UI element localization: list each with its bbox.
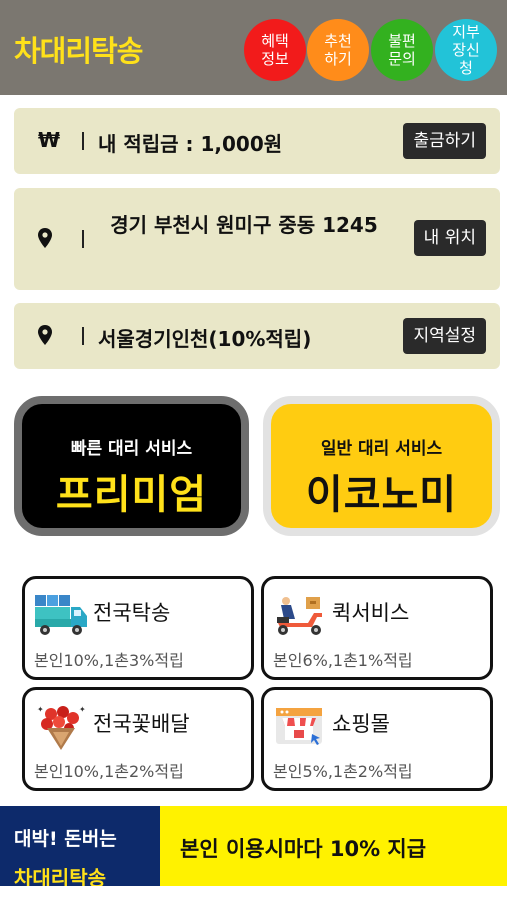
location-row: 경기 부천시 원미구 중동 1245 내 위치 bbox=[14, 188, 500, 290]
map-pin-icon bbox=[38, 228, 52, 253]
economy-title: 이코노미 bbox=[305, 472, 458, 518]
nationwide-consignment-card[interactable]: 전국탁송 본인10%,1촌3%적립 bbox=[22, 576, 254, 680]
svg-text:✦: ✦ bbox=[37, 705, 44, 714]
card-title: 전국꽃배달 bbox=[93, 712, 190, 736]
premium-subtitle: 빠른 대리 서비스 bbox=[70, 439, 193, 459]
banner-line1: 대박! 돈버는 bbox=[14, 828, 117, 850]
won-icon: ₩ bbox=[38, 128, 61, 152]
complaint-inquiry-button[interactable]: 불편문의 bbox=[371, 19, 433, 81]
promo-banner-right[interactable]: 본인 이용시마다 10% 지급 bbox=[160, 806, 507, 886]
region-setting-button[interactable]: 지역설정 bbox=[403, 318, 486, 354]
region-row: 서울경기인천(10%적립) 지역설정 bbox=[14, 303, 500, 369]
card-desc: 본인10%,1촌2%적립 bbox=[34, 762, 184, 781]
card-desc: 본인10%,1촌3%적립 bbox=[34, 651, 184, 670]
divider bbox=[82, 327, 84, 345]
banner-text: 본인 이용시마다 10% 지급 bbox=[180, 837, 427, 861]
card-title: 전국탁송 bbox=[93, 601, 171, 625]
banner-line2: 차대리탁송 bbox=[14, 866, 106, 886]
points-row: ₩ 내 적립금 : 1,000원 출금하기 bbox=[14, 108, 500, 174]
map-pin-icon bbox=[38, 325, 52, 350]
premium-service-button[interactable]: 빠른 대리 서비스 프리미엄 bbox=[14, 396, 249, 536]
promo-banner-left[interactable]: 대박! 돈버는 차대리탁송 bbox=[0, 806, 160, 886]
scooter-icon bbox=[272, 593, 326, 637]
recommend-button[interactable]: 추천하기 bbox=[307, 19, 369, 81]
withdraw-button[interactable]: 출금하기 bbox=[403, 123, 486, 159]
divider bbox=[82, 132, 84, 150]
app-header: 차대리탁송 혜택정보 추천하기 불편문의 지부장신청 bbox=[0, 0, 507, 95]
shopping-mall-card[interactable]: 쇼핑몰 본인5%,1촌2%적립 bbox=[261, 687, 493, 791]
card-desc: 본인5%,1촌2%적립 bbox=[273, 762, 413, 781]
current-address: 경기 부천시 원미구 중동 1245 bbox=[110, 213, 378, 237]
card-title: 쇼핑몰 bbox=[332, 712, 390, 736]
app-title: 차대리탁송 bbox=[14, 34, 143, 68]
delivery-truck-icon bbox=[33, 593, 87, 637]
shop-icon bbox=[272, 704, 326, 748]
flower-bouquet-icon: ✦ ✦ bbox=[33, 704, 87, 750]
premium-title: 프리미엄 bbox=[55, 472, 208, 518]
card-desc: 본인6%,1촌1%적립 bbox=[273, 651, 413, 670]
my-location-button[interactable]: 내 위치 bbox=[413, 220, 486, 256]
card-title: 퀵서비스 bbox=[332, 601, 410, 625]
branch-apply-button[interactable]: 지부장신청 bbox=[435, 19, 497, 81]
benefit-info-button[interactable]: 혜택정보 bbox=[244, 19, 306, 81]
economy-service-button[interactable]: 일반 대리 서비스 이코노미 bbox=[263, 396, 500, 536]
quick-service-card[interactable]: 퀵서비스 본인6%,1촌1%적립 bbox=[261, 576, 493, 680]
points-balance: 내 적립금 : 1,000원 bbox=[98, 132, 283, 156]
divider bbox=[82, 230, 84, 248]
region-text: 서울경기인천(10%적립) bbox=[98, 327, 312, 351]
svg-text:✦: ✦ bbox=[79, 705, 86, 714]
economy-subtitle: 일반 대리 서비스 bbox=[320, 439, 443, 459]
flower-delivery-card[interactable]: ✦ ✦ 전국꽃배달 본인10%,1촌2%적립 bbox=[22, 687, 254, 791]
